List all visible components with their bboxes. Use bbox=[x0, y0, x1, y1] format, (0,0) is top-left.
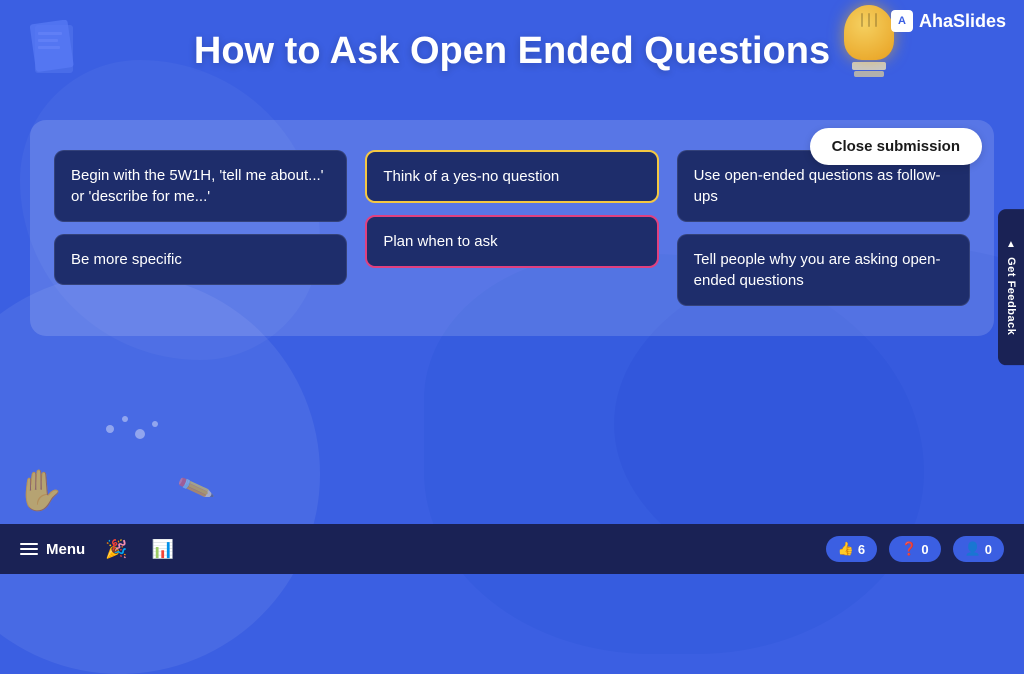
card-3-2: Tell people why you are asking open-ende… bbox=[677, 234, 970, 306]
chart-icon: 📊 bbox=[152, 539, 174, 559]
questions-stat: ❓ 0 bbox=[889, 536, 940, 562]
brand-name: AhaSlides bbox=[919, 11, 1006, 32]
decorative-pencil: ✏️ bbox=[176, 468, 217, 508]
thumbs-stat: 👍 6 bbox=[826, 536, 877, 562]
page-title: How to Ask Open Ended Questions bbox=[0, 30, 1024, 73]
question-icon: ❓ bbox=[901, 541, 917, 557]
card-column-3: Use open-ended questions as follow-ups T… bbox=[677, 150, 970, 306]
bottom-stats: 👍 6 ❓ 0 👤 0 bbox=[826, 536, 1004, 562]
card-1-1: Begin with the 5W1H, 'tell me about...' … bbox=[54, 150, 347, 222]
activity-button[interactable]: 🎉 bbox=[101, 535, 131, 564]
feedback-label: Get Feedback bbox=[1005, 257, 1017, 335]
chart-button[interactable]: 📊 bbox=[148, 535, 178, 564]
logo-icon: A bbox=[891, 10, 913, 32]
users-icon: 👤 bbox=[965, 541, 981, 557]
users-stat: 👤 0 bbox=[953, 536, 1004, 562]
top-bar: A AhaSlides bbox=[873, 0, 1024, 42]
card-2-1: Think of a yes-no question bbox=[365, 150, 658, 203]
activity-icon: 🎉 bbox=[105, 539, 127, 559]
feedback-tab[interactable]: ▲ Get Feedback bbox=[998, 209, 1024, 365]
bottom-bar: Menu 🎉 📊 👍 6 ❓ 0 👤 0 bbox=[0, 524, 1024, 574]
thumbs-count: 6 bbox=[858, 542, 865, 557]
close-submission-button[interactable]: Close submission bbox=[810, 128, 982, 165]
card-2-2: Plan when to ask bbox=[365, 215, 658, 268]
card-column-2: Think of a yes-no question Plan when to … bbox=[365, 150, 658, 306]
menu-label: Menu bbox=[46, 541, 85, 558]
bottom-left-controls: Menu 🎉 📊 bbox=[20, 535, 178, 564]
card-column-1: Begin with the 5W1H, 'tell me about...' … bbox=[54, 150, 347, 306]
decorative-hand: ✋ bbox=[15, 467, 65, 514]
users-count: 0 bbox=[985, 542, 992, 557]
card-1-2: Be more specific bbox=[54, 234, 347, 285]
chevron-icon: ▲ bbox=[1006, 239, 1017, 251]
hamburger-icon bbox=[20, 543, 38, 555]
decorative-dots bbox=[100, 409, 160, 454]
thumbs-icon: 👍 bbox=[838, 541, 854, 557]
menu-button[interactable]: Menu bbox=[20, 541, 85, 558]
questions-count: 0 bbox=[921, 542, 928, 557]
